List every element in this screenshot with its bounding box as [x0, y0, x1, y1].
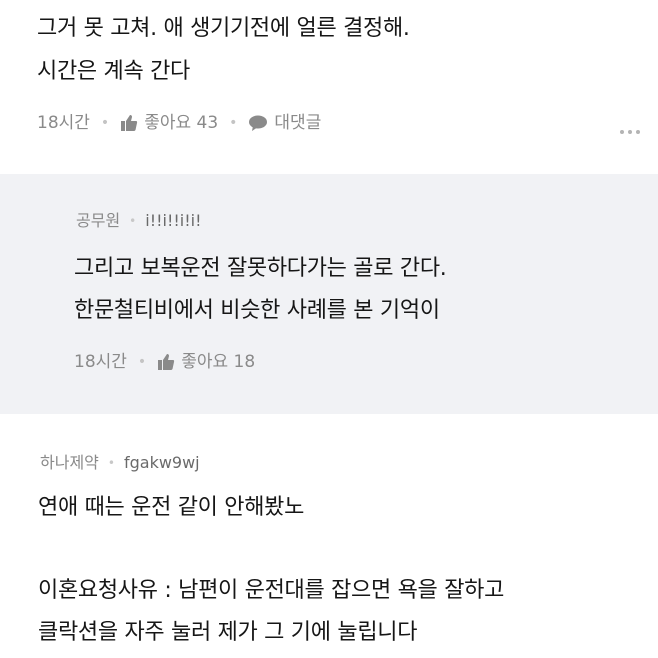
more-dots-icon[interactable]: [620, 130, 640, 134]
comment-1-meta: 18시간 • 좋아요 43 • 대댓글: [37, 113, 321, 133]
separator-dot: •: [129, 214, 137, 228]
comment-2-user-id: fgakw9wj: [123, 453, 200, 472]
speech-bubble-icon[interactable]: [248, 115, 268, 132]
separator-dot: •: [137, 354, 147, 370]
comment-1-like-button[interactable]: 좋아요 43: [144, 113, 218, 133]
reply-1-line-2: 한문철티비에서 비슷한 사례를 본 기억이: [74, 298, 440, 323]
separator-dot: •: [107, 456, 115, 470]
reply-1-author[interactable]: 공무원: [76, 212, 120, 230]
reply-1-line-1: 그리고 보복운전 잘못하다가는 골로 간다.: [74, 256, 447, 281]
comment-2-line-1: 연애 때는 운전 같이 안해봤노: [38, 495, 305, 520]
thumbs-up-icon[interactable]: [157, 353, 175, 371]
comment-1-line-1: 그거 못 고쳐. 애 생기기전에 얼른 결정해.: [37, 16, 410, 41]
reply-1-meta: 18시간 • 좋아요 18: [74, 352, 255, 372]
separator-dot: •: [229, 115, 238, 131]
thumbs-up-icon[interactable]: [120, 114, 138, 132]
reply-1: 공무원 • i!!i!!i!i! 그리고 보복운전 잘못하다가는 골로 간다. …: [0, 174, 658, 414]
comment-2-line-2: 이혼요청사유 : 남편이 운전대를 잡으면 욕을 잘하고: [38, 578, 505, 603]
reply-1-author-line: 공무원 • i!!i!!i!i!: [76, 212, 202, 230]
separator-dot: •: [100, 115, 110, 131]
reply-1-user-id: i!!i!!i!i!: [145, 211, 202, 230]
comment-2-line-3: 클락션을 자주 눌러 제가 그 기에 눌립니다: [38, 620, 418, 645]
comment-2-author-line: 하나제약 • fgakw9wj: [40, 454, 200, 472]
comment-1-time: 18시간: [37, 113, 90, 133]
reply-1-like-button[interactable]: 좋아요 18: [181, 352, 255, 372]
comment-2-author[interactable]: 하나제약: [40, 454, 99, 472]
comment-1-line-2: 시간은 계속 간다: [37, 59, 190, 84]
comment-1-reply-button[interactable]: 대댓글: [274, 113, 321, 133]
reply-1-time: 18시간: [74, 352, 127, 372]
